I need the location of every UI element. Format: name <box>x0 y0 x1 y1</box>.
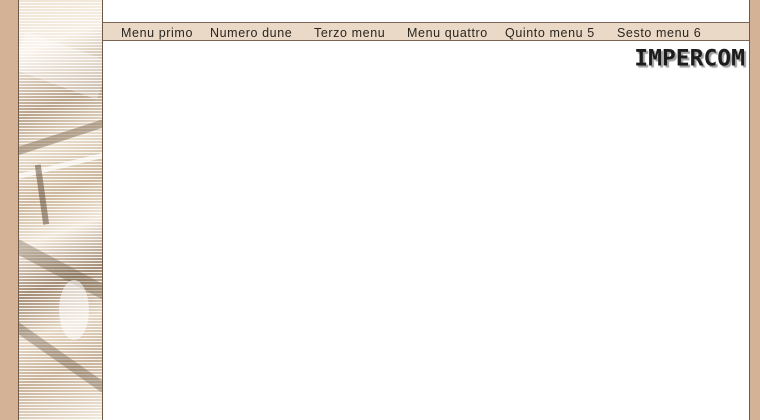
main-menu-bar: Menu primo Numero dune Terzo menu Menu q… <box>103 22 749 41</box>
menu-item-terzo[interactable]: Terzo menu <box>314 26 385 40</box>
menu-item-quattro[interactable]: Menu quattro <box>407 26 488 40</box>
menu-item-sesto[interactable]: Sesto menu 6 <box>617 26 701 40</box>
header-strip <box>103 0 749 22</box>
menu-item-primo[interactable]: Menu primo <box>121 26 193 40</box>
main-content-area <box>103 41 749 420</box>
menu-item-dune[interactable]: Numero dune <box>210 26 292 40</box>
menu-item-quinto[interactable]: Quinto menu 5 <box>505 26 595 40</box>
decorative-side-image <box>19 0 103 420</box>
impercom-logo: IMPERCOM <box>634 46 745 72</box>
page-frame: Menu primo Numero dune Terzo menu Menu q… <box>18 0 750 420</box>
